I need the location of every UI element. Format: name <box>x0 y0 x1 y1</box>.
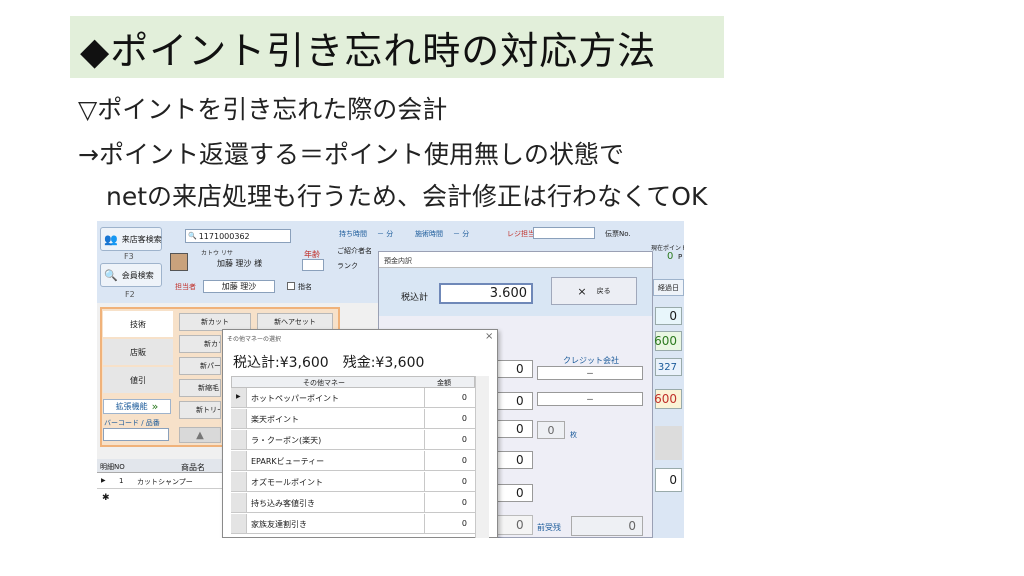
table-row[interactable]: 楽天ポイント 0 <box>231 409 475 429</box>
member-card-icon <box>170 253 188 271</box>
other-money-dialog: その他マネーの選択 × 税込計:¥3,600 残金:¥3,600 その他マネー … <box>222 329 498 538</box>
table-row[interactable]: オズモールポイント 0 <box>231 472 475 492</box>
register-field[interactable] <box>533 227 595 239</box>
bullet-line-2: →ポイント返還する＝ポイント使用無しの状態で <box>78 140 624 169</box>
nominate-checkbox[interactable] <box>287 282 295 290</box>
visitor-search-button[interactable]: 👥 来店客検索 <box>100 227 162 251</box>
nominate-label: 指名 <box>298 283 312 291</box>
other-money-summary: 税込計:¥3,600 残金:¥3,600 <box>233 355 425 371</box>
tab-retail[interactable]: 店販 <box>103 339 173 365</box>
row-pointer-icon: ▶ <box>236 393 241 400</box>
deposit-total-value: 3.600 <box>439 283 533 304</box>
close-icon: × <box>577 284 587 298</box>
date-button[interactable]: 経過日 <box>653 279 684 296</box>
new-row-icon: ✱ <box>102 493 110 503</box>
detail-col-name: 商品名 <box>181 463 205 472</box>
member-search-key: F2 <box>125 290 135 299</box>
right-value-3: 327 <box>655 358 682 376</box>
treat-time-label: 施術時間 <box>415 230 443 238</box>
other-money-col-name: その他マネー <box>303 379 345 387</box>
barcode-input[interactable] <box>103 428 169 441</box>
other-money-dialog-title: その他マネーの選択 <box>227 336 282 343</box>
rank-label: ランク <box>337 262 358 270</box>
table-row[interactable]: EPARKビューティー 0 <box>231 451 475 471</box>
menu-button-6[interactable]: 新トリートメント <box>179 401 221 419</box>
magnifier-icon: 🔍 <box>104 268 118 282</box>
people-search-icon: 👥 <box>104 232 118 246</box>
menu-button-5[interactable]: 新縮毛 <box>179 379 221 397</box>
bullet-line-1: ▽ポイントを引き忘れた際の会計 <box>78 95 448 124</box>
age-field[interactable] <box>302 259 324 271</box>
staff-field[interactable]: 加藤 理沙 <box>203 280 275 293</box>
detail-row-no: 1 <box>119 477 124 485</box>
ticket-count-field[interactable]: 0 <box>537 421 565 439</box>
staff-label: 担当者 <box>175 283 196 291</box>
hold-time-label: 持ち時間 <box>339 230 367 238</box>
barcode-label: バーコード / 品番 <box>104 419 160 427</box>
member-kana: カトウ リサ <box>201 250 233 257</box>
right-value-2: 600 <box>654 331 682 351</box>
slip-label: 伝票No. <box>605 230 631 238</box>
deposit-total-label: 税込計 <box>401 293 429 303</box>
tab-discount[interactable]: 値引 <box>103 367 173 393</box>
prev-balance-value: 0 <box>571 516 643 536</box>
expand-button[interactable]: 拡張機能 » <box>103 399 171 414</box>
credit-company-field-2[interactable]: － <box>537 392 643 406</box>
deposit-dialog-titlebar <box>379 252 652 268</box>
register-label: レジ担当 <box>507 230 535 238</box>
double-chevron-icon: » <box>151 400 159 413</box>
credit-company-label: クレジット会社 <box>563 356 619 365</box>
right-value-5: 0 <box>655 468 682 492</box>
table-row[interactable]: ▶ ホットペッパーポイント 0 <box>231 388 475 408</box>
member-search-input[interactable]: 🔍 1171000362 <box>185 229 291 243</box>
scroll-up-button[interactable]: ▲ <box>179 427 221 443</box>
menu-button-4[interactable]: 新パーマ <box>179 357 221 375</box>
ticket-count-unit: 枚 <box>570 431 577 439</box>
credit-company-field-1[interactable]: － <box>537 366 643 380</box>
right-value-1: 0 <box>655 307 682 325</box>
bullet-line-3: netの来店処理も行うため、会計修正は行わなくてOK <box>106 182 708 211</box>
deposit-dialog-title: 預金内訳 <box>384 257 412 265</box>
detail-col-no: 明細NO <box>100 463 125 471</box>
member-name: 加藤 理沙 様 <box>217 259 263 268</box>
treat-time-value: － 分 <box>453 230 470 238</box>
search-icon: 🔍 <box>188 232 197 240</box>
menu-button-3[interactable]: 新カラー <box>179 335 221 353</box>
member-search-button[interactable]: 🔍 会員検索 <box>100 263 162 287</box>
pos-screenshot: 👥 来店客検索 F3 🔍 会員検索 F2 🔍 1171000362 カトウ リサ… <box>97 221 684 538</box>
close-icon[interactable]: × <box>485 331 493 342</box>
slide-title: ◆ポイント引き忘れ時の対応方法 <box>70 16 724 78</box>
prev-balance-label: 前受残 <box>537 523 561 532</box>
right-gray-block <box>655 426 682 460</box>
tab-technique[interactable]: 技術 <box>103 311 173 337</box>
table-row[interactable]: 家族友達割引き 0 <box>231 514 475 534</box>
row-pointer-icon: ▶ <box>101 477 106 484</box>
hold-time-value: － 分 <box>377 230 394 238</box>
table-row[interactable]: 持ち込み客値引き 0 <box>231 493 475 513</box>
detail-row-name: カットシャンプー <box>137 478 193 486</box>
point-unit: P <box>678 253 683 261</box>
right-value-4: 600 <box>654 389 682 409</box>
referrer-label: ご紹介者名 <box>337 247 372 255</box>
back-button[interactable]: × 戻る <box>551 277 637 305</box>
other-money-col-amount: 金額 <box>437 379 451 387</box>
other-money-scrollbar[interactable] <box>475 376 489 538</box>
point-value: 0 <box>667 251 674 262</box>
table-row[interactable]: ラ・クーポン(楽天) 0 <box>231 430 475 450</box>
triangle-up-icon: ▲ <box>196 429 204 441</box>
visitor-search-key: F3 <box>124 252 134 261</box>
